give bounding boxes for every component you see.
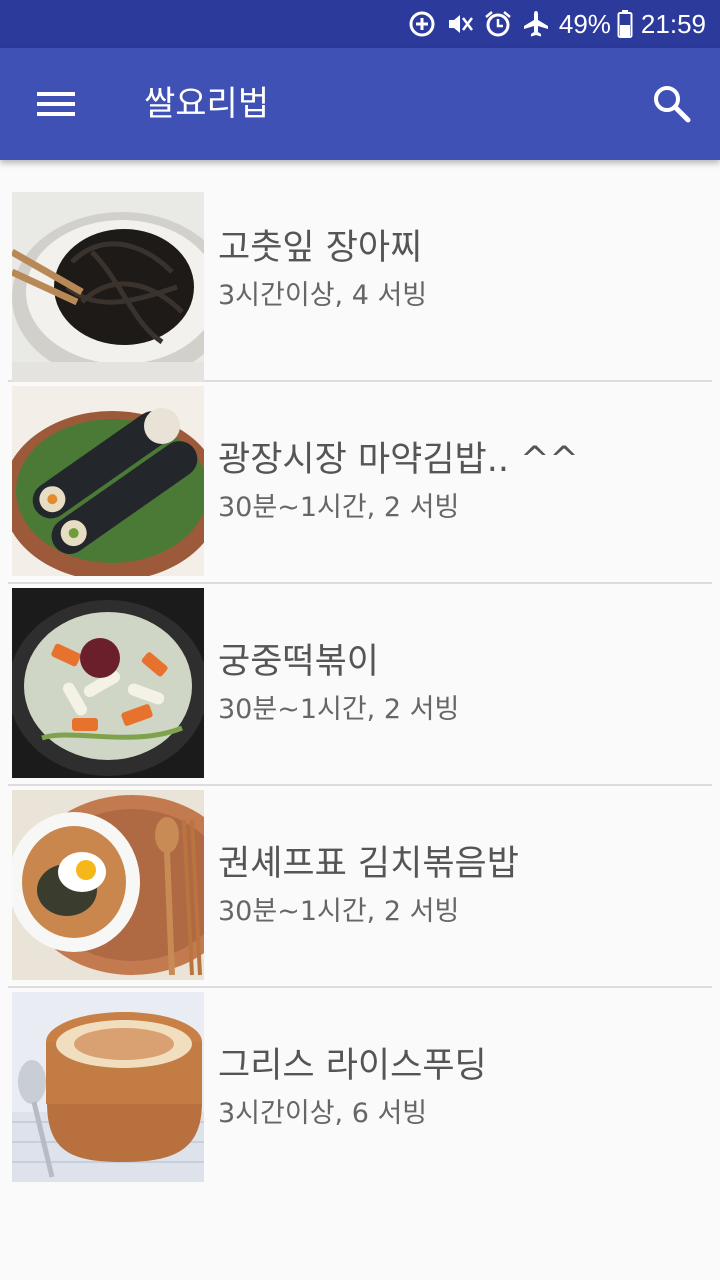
page-title: 쌀요리법 bbox=[144, 84, 270, 124]
recipe-title: 광장시장 마약김밥.. ^^ bbox=[218, 440, 579, 480]
recipe-meta: 3시간이상, 4 서빙 bbox=[218, 280, 428, 311]
app-bar: 쌀요리법 bbox=[0, 48, 720, 160]
battery-percent: 49% bbox=[558, 8, 611, 39]
recipe-item[interactable]: 권셰프표 김치볶음밥 30분~1시간, 2 서빙 bbox=[8, 786, 712, 988]
recipe-thumbnail bbox=[12, 588, 204, 778]
recipe-meta: 30분~1시간, 2 서빙 bbox=[218, 896, 460, 927]
menu-button[interactable] bbox=[26, 76, 86, 132]
search-icon bbox=[654, 86, 691, 123]
status-bar: 49% 21:59 bbox=[0, 0, 720, 48]
recipe-title: 궁중떡볶이 bbox=[218, 642, 380, 682]
airplane-mode-icon bbox=[519, 7, 553, 41]
recipe-meta: 30분~1시간, 2 서빙 bbox=[218, 694, 460, 725]
clock: 21:59 bbox=[640, 8, 706, 39]
recipe-thumbnail bbox=[12, 790, 204, 980]
recipe-item[interactable]: 그리스 라이스푸딩 3시간이상, 6 서빙 bbox=[8, 988, 712, 1190]
battery-icon bbox=[615, 7, 635, 41]
recipe-thumbnail bbox=[12, 992, 204, 1182]
vibrate-mute-icon bbox=[443, 7, 477, 41]
recipe-title: 고춧잎 장아찌 bbox=[218, 228, 423, 268]
recipe-item[interactable]: 궁중떡볶이 30분~1시간, 2 서빙 bbox=[8, 584, 712, 786]
recipe-title: 권셰프표 김치볶음밥 bbox=[218, 844, 519, 884]
search-button[interactable] bbox=[640, 76, 704, 132]
recipe-meta: 3시간이상, 6 서빙 bbox=[218, 1098, 428, 1129]
recipe-thumbnail bbox=[12, 386, 204, 576]
recipe-thumbnail bbox=[12, 192, 204, 382]
recipe-item[interactable]: 고춧잎 장아찌 3시간이상, 4 서빙 bbox=[8, 180, 712, 382]
data-saver-icon bbox=[405, 7, 439, 41]
recipe-title: 그리스 라이스푸딩 bbox=[218, 1046, 487, 1086]
alarm-icon bbox=[481, 7, 515, 41]
recipe-item[interactable]: 광장시장 마약김밥.. ^^ 30분~1시간, 2 서빙 bbox=[8, 382, 712, 584]
recipe-meta: 30분~1시간, 2 서빙 bbox=[218, 492, 460, 523]
hamburger-menu-icon bbox=[37, 92, 75, 116]
